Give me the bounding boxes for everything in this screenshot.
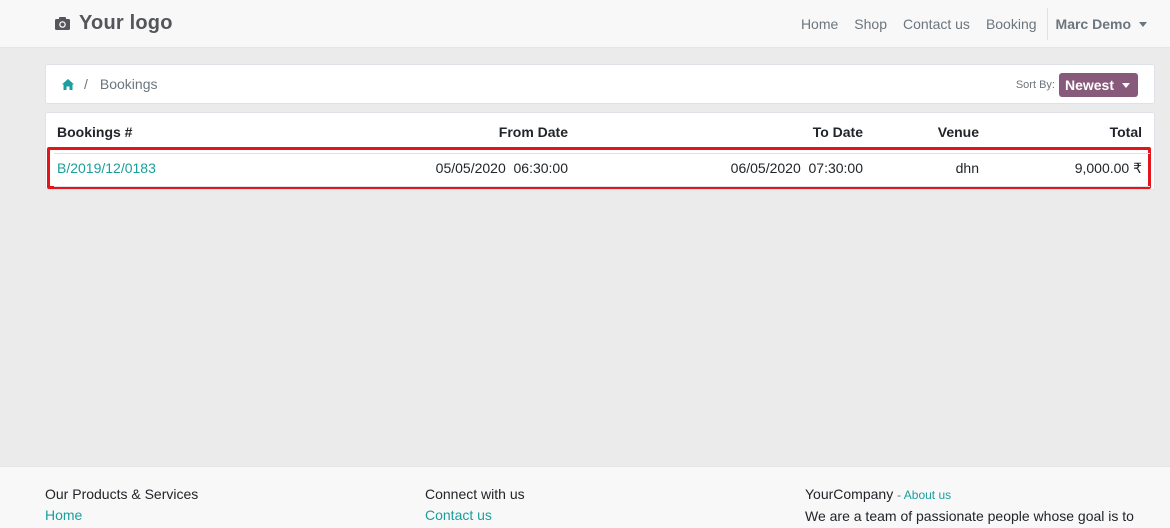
footer-company-heading: YourCompany - About us	[805, 486, 1134, 503]
top-navbar: Your logo Home Shop Contact us Booking M…	[0, 0, 1170, 48]
footer-products-heading: Our Products & Services	[45, 486, 199, 502]
company-name: YourCompany	[805, 486, 894, 502]
column-header-booking: Bookings #	[57, 124, 133, 140]
sort-control: Sort By: Newest	[1016, 73, 1138, 97]
nav-divider	[1046, 8, 1048, 40]
nav-home[interactable]: Home	[793, 16, 846, 32]
nav-shop[interactable]: Shop	[846, 16, 895, 32]
footer-home-link[interactable]: Home	[45, 507, 198, 523]
company-description: We are a team of passionate people whose…	[805, 508, 1134, 524]
column-header-venue: Venue	[937, 124, 979, 140]
breadcrumb-bar: / Bookings Sort By: Newest	[45, 64, 1155, 104]
logo-text: Your logo	[79, 11, 173, 34]
breadcrumb: / Bookings	[62, 65, 157, 103]
nav-contact-us[interactable]: Contact us	[895, 16, 978, 32]
column-header-to-date: To Date	[812, 124, 863, 140]
main-nav: Home Shop Contact us Booking Marc Demo	[793, 0, 1170, 48]
home-icon[interactable]	[62, 78, 74, 90]
chevron-down-icon	[1139, 21, 1147, 27]
bookings-table: Bookings # From Date To Date Venue Total…	[45, 112, 1155, 190]
column-header-from-date: From Date	[498, 124, 568, 140]
user-menu[interactable]: Marc Demo	[1054, 16, 1170, 32]
breadcrumb-separator: /	[84, 76, 88, 92]
cell-to-date: 06/05/2020 07:30:00	[730, 160, 863, 176]
logo[interactable]: Your logo	[54, 9, 173, 37]
sort-label: Sort By:	[1015, 79, 1055, 91]
nav-booking[interactable]: Booking	[978, 16, 1045, 32]
cell-venue: dhn	[955, 160, 979, 176]
camera-icon	[55, 16, 70, 30]
column-header-total: Total	[1109, 124, 1142, 140]
row-highlight-box	[47, 147, 1151, 189]
footer-products-column: Our Products & Services Home	[45, 486, 198, 523]
footer-contact-link[interactable]: Contact us	[425, 507, 525, 523]
breadcrumb-current: Bookings	[99, 76, 158, 92]
footer: Our Products & Services Home Connect wit…	[0, 466, 1170, 528]
footer-company-column: YourCompany - About us We are a team of …	[805, 486, 1134, 524]
cell-from-date: 05/05/2020 06:30:00	[435, 160, 568, 176]
about-prefix: -	[897, 488, 904, 502]
footer-connect-column: Connect with us Contact us	[425, 486, 525, 523]
about-us-link[interactable]: About us	[904, 488, 951, 502]
chevron-down-icon	[1122, 82, 1130, 88]
table-row[interactable]	[54, 153, 1150, 187]
user-name: Marc Demo	[1055, 16, 1131, 32]
sort-value: Newest	[1064, 77, 1114, 93]
sort-dropdown-button[interactable]: Newest	[1058, 73, 1138, 97]
cell-total: 9,000.00 ₹	[1074, 160, 1142, 176]
footer-connect-heading: Connect with us	[425, 486, 525, 502]
booking-reference-link[interactable]: B/2019/12/0183	[57, 160, 156, 176]
